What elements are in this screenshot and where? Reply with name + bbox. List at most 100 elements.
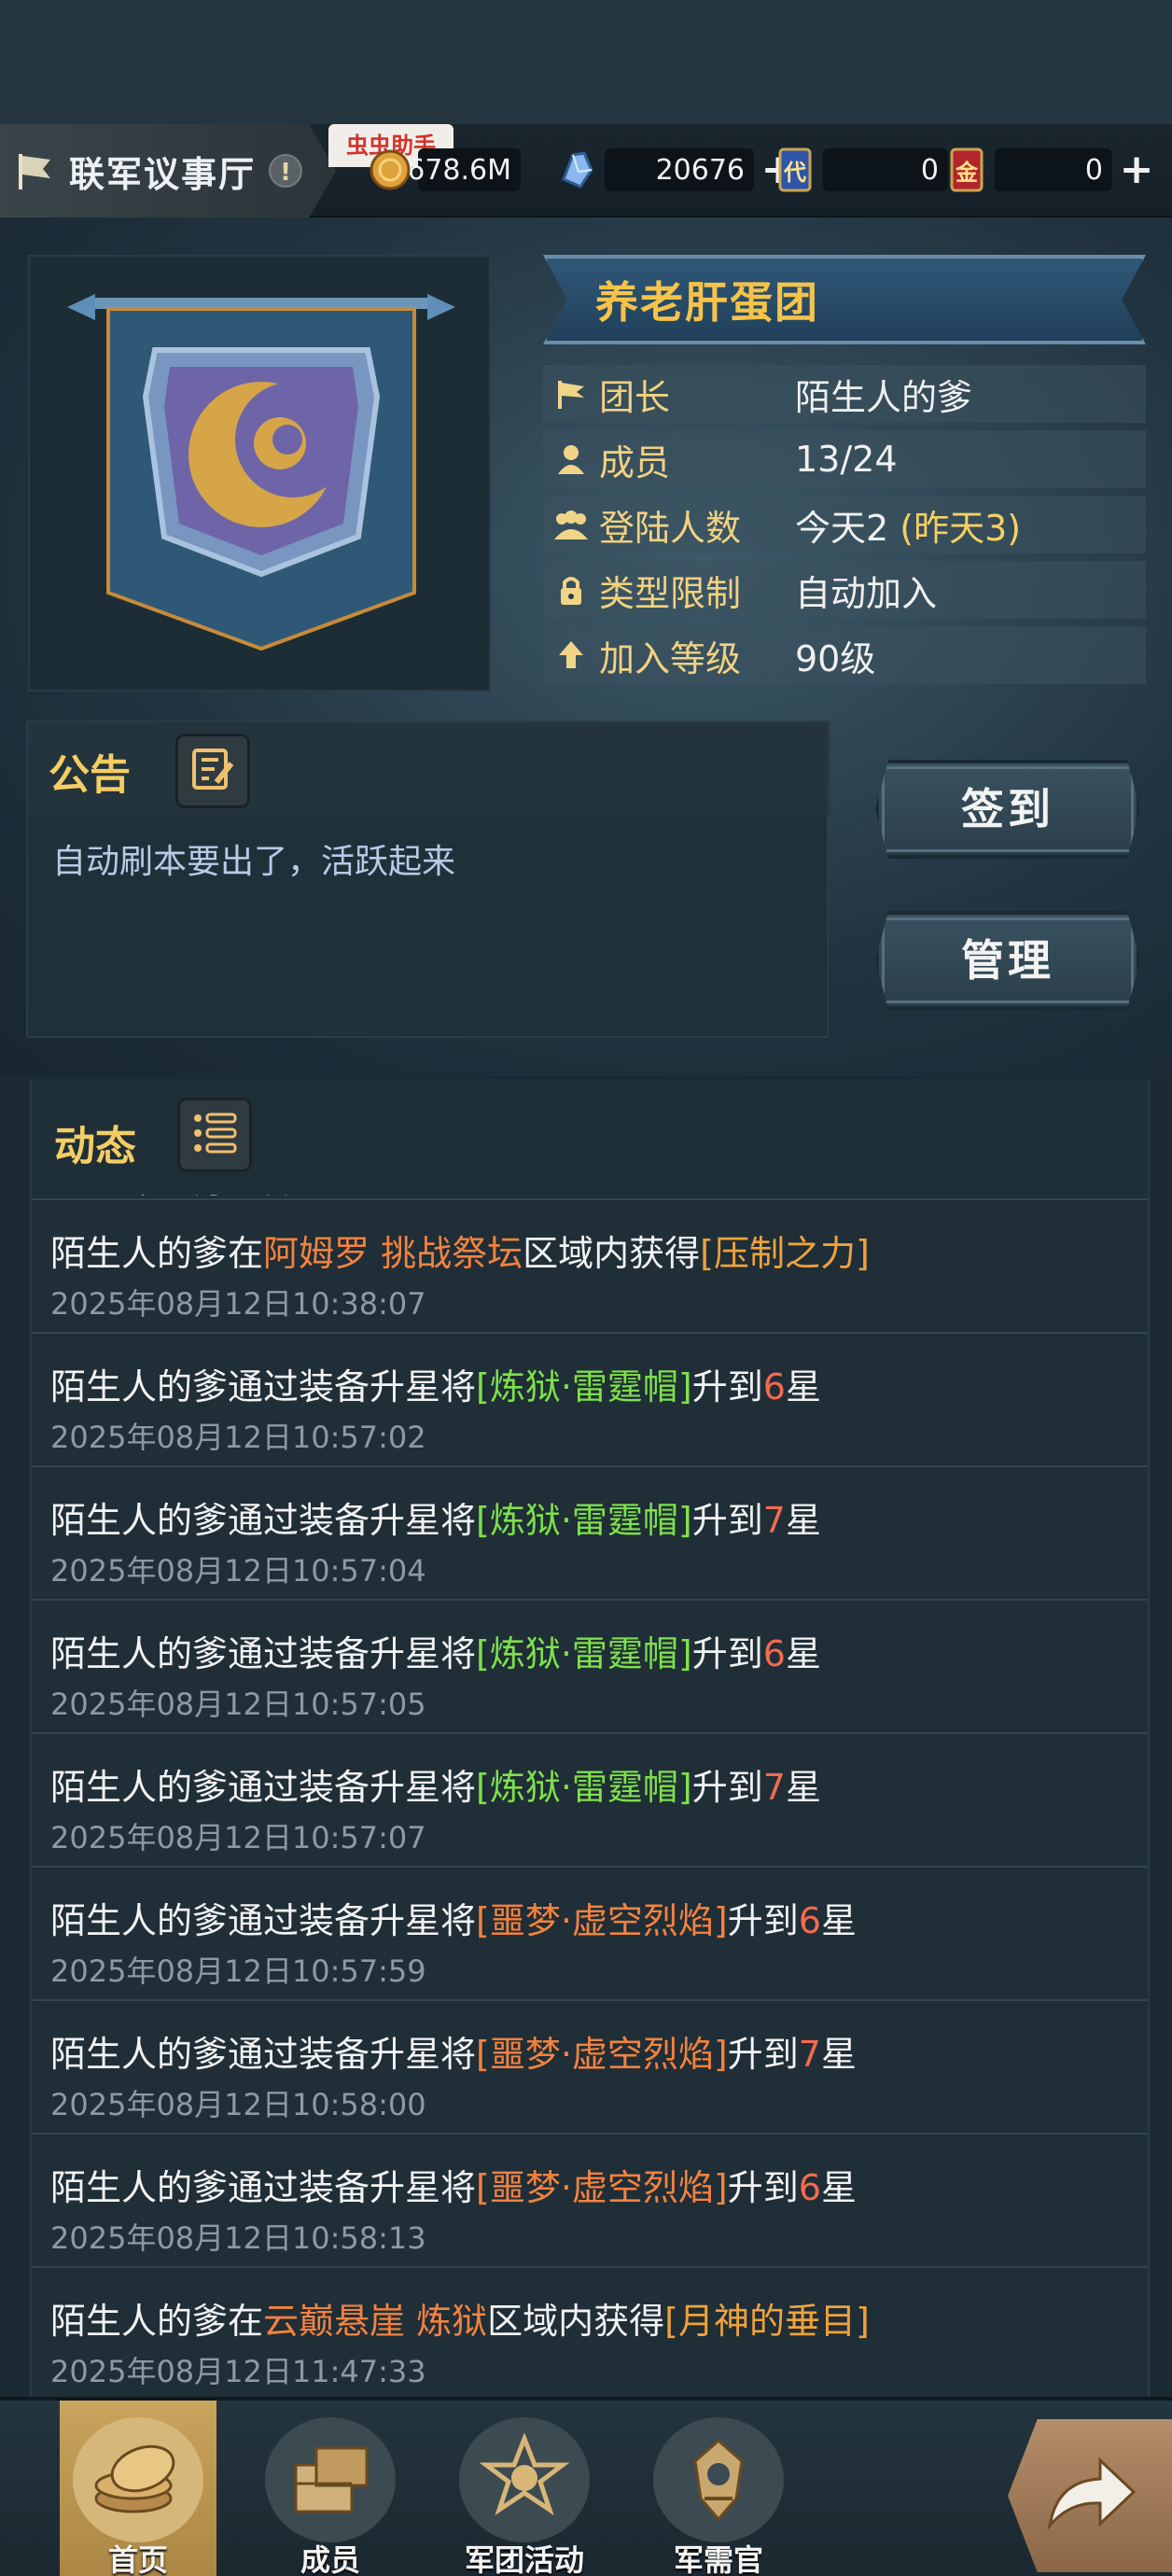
feed-message-segment: [噩梦·虚空烈焰] [476, 2167, 728, 2208]
lock-icon [552, 571, 590, 609]
coins-icon [73, 2417, 203, 2542]
blue-card-glyph: 代 [784, 160, 806, 186]
info-row-type: 类型限制 自动加入 [543, 561, 1146, 619]
feed-message-segment: 陌生人的爹在 [50, 1233, 264, 1274]
feed-time: 2025年08月12日10:57:05 [50, 1687, 426, 1722]
feed-message: 陌生人的爹通过装备升星将[炼狱·雷霆帽]升到7星 [50, 1758, 821, 1810]
crystal-amount: 20676 [605, 148, 754, 191]
info-row-leader: 团长 陌生人的爹 [543, 365, 1146, 423]
info-value: 陌生人的爹 [795, 376, 973, 418]
feed-message-segment: 6 [798, 1900, 821, 1941]
info-row-logins: 登陆人数 今天2 (昨天3) [543, 496, 1146, 553]
info-row-members: 成员 13/24 [543, 430, 1146, 488]
nav-legion-activities[interactable]: 军团活动 [446, 2401, 603, 2576]
info-label: 类型限制 [599, 572, 742, 614]
info-row-level: 加入等级 90级 [543, 626, 1146, 684]
list-item: 陌生人的爹通过装备升星将[噩梦·虚空烈焰]升到6星 2025年08月12日10:5… [32, 2135, 1148, 2268]
list-item: 陌生人的爹通过装备升星将[炼狱·雷霆帽]升到6星 2025年08月12日10:57… [32, 1334, 1148, 1467]
nav-label: 军需官 [673, 2542, 763, 2576]
feed-time: 2025年08月12日10:57:59 [50, 1953, 426, 1989]
nav-label: 军团活动 [464, 2542, 584, 2576]
red-card-glyph: 金 [956, 160, 978, 186]
notice-header: 公告 [28, 722, 830, 816]
feed-message-segment: 阿姆罗 挑战祭坛 [263, 1233, 523, 1274]
feed-filter-button[interactable] [177, 1098, 252, 1172]
feed-message: 陌生人的爹通过装备升星将[噩梦·虚空烈焰]升到6星 [50, 2159, 857, 2210]
feed-time: 2025年08月12日10:58:00 [50, 2087, 426, 2122]
feed-message-segment: 陌生人的爹通过装备升星将 [50, 1500, 477, 1541]
feed-message-segment: 星 [785, 1633, 821, 1674]
add-card-button[interactable]: + [1116, 149, 1157, 190]
banner-flag-icon [15, 150, 56, 191]
nav-home[interactable]: 首页 [60, 2401, 216, 2576]
list-icon [188, 1107, 241, 1163]
login-today: 今天2 [795, 507, 889, 549]
feed-message-segment: 升到 [691, 1500, 763, 1541]
feed-message-segment: 星 [820, 1900, 857, 1941]
feed-list: 2025年08月12日10:27:00 陌生人的爹在阿姆罗 挑战祭坛区域内获得[… [32, 1172, 1148, 2397]
nav-quartermaster[interactable]: 军需官 [640, 2401, 797, 2576]
page-title: 联军议事厅 [69, 153, 257, 195]
feed-message: 陌生人的爹通过装备升星将[炼狱·雷霆帽]升到7星 [50, 1491, 821, 1543]
feed-message-segment: 陌生人的爹通过装备升星将 [50, 2034, 477, 2075]
feed-time: 2025年08月12日10:57:07 [50, 1820, 426, 1855]
info-label: 团长 [599, 376, 671, 418]
feed-message-segment: 升到 [727, 2167, 799, 2208]
feed-message-segment: 6 [762, 1633, 786, 1674]
status-bar-area [0, 0, 1172, 124]
edit-notice-button[interactable] [175, 734, 250, 808]
feed-message: 陌生人的爹在云巅悬崖 炼狱区域内获得[月神的垂目] [50, 2292, 870, 2344]
feed-message: 陌生人的爹通过装备升星将[炼狱·雷霆帽]升到6星 [50, 1358, 821, 1409]
feed-time: 2025年08月12日10:57:02 [50, 1420, 426, 1455]
feed-message-segment: 6 [762, 1366, 786, 1407]
feed-time: 2025年08月12日11:47:33 [50, 2354, 426, 2389]
feed-message-segment: 陌生人的爹通过装备升星将 [50, 2167, 477, 2208]
star-emblem-icon [459, 2417, 590, 2542]
activity-feed[interactable]: 2025年08月12日10:27:00 陌生人的爹在阿姆罗 挑战祭坛区域内获得[… [30, 1079, 1150, 2397]
feed-message-segment: 区域内获得 [487, 2301, 665, 2342]
feed-message: 陌生人的爹通过装备升星将[炼狱·雷霆帽]升到6星 [50, 1625, 821, 1676]
nav-label: 首页 [107, 2542, 168, 2576]
feed-message-segment: 升到 [727, 2034, 799, 2075]
title-plate: 联军议事厅 ! [0, 124, 336, 217]
feed-message-segment: [压制之力] [700, 1233, 870, 1274]
notice-title: 公告 [49, 751, 131, 799]
list-item: 陌生人的爹通过装备升星将[炼狱·雷霆帽]升到7星 2025年08月12日10:57… [32, 1734, 1148, 1868]
feed-message-segment: 区域内获得 [523, 1233, 701, 1274]
feed-message-segment: 星 [785, 1767, 821, 1808]
notice-panel: 公告 自动刷本要出了，活跃起来 [26, 721, 830, 1038]
share-button[interactable] [1008, 2419, 1172, 2572]
guild-emblem-icon [67, 294, 455, 651]
feed-message-segment: 6 [798, 2167, 821, 2208]
info-button[interactable]: ! [269, 154, 303, 188]
feed-message-segment: [炼狱·雷霆帽] [476, 1366, 692, 1407]
feed-message-segment: [炼狱·雷霆帽] [476, 1767, 692, 1808]
manage-button[interactable]: 管理 [875, 911, 1140, 1010]
gold-resource: 678.6M [366, 143, 521, 197]
info-value: 90级 [795, 637, 876, 679]
feed-message-segment: [月神的垂目] [664, 2301, 870, 2342]
feed-message-segment: [炼狱·雷霆帽] [476, 1633, 692, 1674]
card1-resource: 代 0 [771, 143, 948, 197]
gold-coin-icon [366, 146, 414, 194]
notice-text: 自动刷本要出了，活跃起来 [52, 843, 456, 881]
feed-message: 陌生人的爹在阿姆罗 挑战祭坛区域内获得[压制之力] [50, 1225, 870, 1276]
nav-members[interactable]: 成员 [252, 2401, 409, 2576]
feed-time: 2025年08月12日10:57:04 [50, 1553, 426, 1589]
login-yesterday: (昨天3) [900, 507, 1022, 549]
feed-message-segment: 升到 [691, 1366, 763, 1407]
flag-icon [552, 375, 590, 413]
feed-message: 陌生人的爹通过装备升星将[噩梦·虚空烈焰]升到6星 [50, 1892, 857, 1943]
info-label: 加入等级 [599, 637, 742, 679]
card2-resource: 金 0 + [942, 143, 1157, 197]
red-card-icon: 金 [942, 146, 991, 194]
list-item: 陌生人的爹通过装备升星将[噩梦·虚空烈焰]升到6星 2025年08月12日10:5… [32, 1868, 1148, 2001]
card1-amount: 0 [823, 148, 948, 191]
feed-title: 动态 [54, 1123, 136, 1170]
feed-message-segment: 星 [785, 1366, 821, 1407]
sign-in-button[interactable]: 签到 [875, 760, 1140, 859]
boxes-icon [265, 2417, 396, 2542]
level-up-icon [552, 637, 590, 674]
feed-message-segment: 星 [820, 2167, 857, 2208]
card2-amount: 0 [995, 148, 1112, 191]
